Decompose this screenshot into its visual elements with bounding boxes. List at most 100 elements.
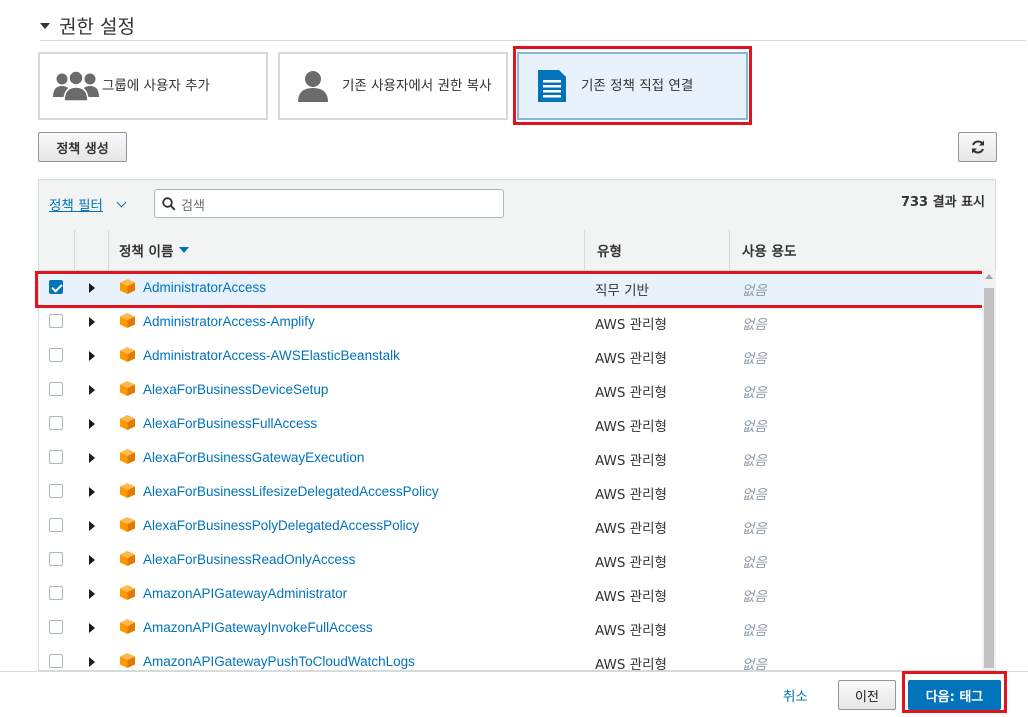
expand-arrow-icon[interactable] — [89, 623, 95, 633]
policy-name-link[interactable]: AlexaForBusinessPolyDelegatedAccessPolic… — [143, 518, 419, 533]
cancel-link[interactable]: 취소 — [783, 685, 808, 705]
expand-arrow-icon[interactable] — [89, 487, 95, 497]
policy-usage: 없음 — [742, 419, 767, 435]
table-row[interactable]: AlexaForBusinessDeviceSetup AWS 관리형 없음 — [39, 373, 995, 408]
row-checkbox[interactable] — [49, 382, 63, 396]
create-policy-button[interactable]: 정책 생성 — [38, 132, 127, 162]
policy-type: AWS 관리형 — [595, 589, 667, 605]
row-checkbox[interactable] — [49, 620, 63, 634]
row-checkbox[interactable] — [49, 552, 63, 566]
previous-button[interactable]: 이전 — [838, 680, 896, 710]
users-group-icon — [53, 70, 99, 102]
policy-name-link[interactable]: AdministratorAccess-AWSElasticBeanstalk — [143, 348, 400, 363]
policy-type: AWS 관리형 — [595, 351, 667, 367]
table-row[interactable]: AdministratorAccess-AWSElasticBeanstalk A… — [39, 339, 995, 374]
policy-name-link[interactable]: AdministratorAccess-Amplify — [143, 314, 315, 329]
expand-arrow-icon[interactable] — [89, 317, 95, 327]
vertical-scrollbar[interactable] — [982, 270, 996, 670]
table-row[interactable]: AmazonAPIGatewayPushToCloudWatchLogs AWS … — [39, 645, 995, 671]
expand-arrow-icon[interactable] — [89, 453, 95, 463]
policy-usage: 없음 — [742, 385, 767, 401]
header-checkbox-cell — [39, 230, 75, 270]
document-icon — [538, 70, 566, 102]
option-attach-policies[interactable]: 기존 정책 직접 연결 — [517, 52, 748, 120]
row-checkbox[interactable] — [49, 280, 63, 294]
caret-down-icon — [40, 23, 50, 29]
option-label: 그룹에 사용자 추가 — [102, 77, 210, 94]
policy-name-link[interactable]: AlexaForBusinessReadOnlyAccess — [143, 552, 355, 567]
policy-type: 직무 기반 — [595, 283, 649, 299]
header-policy-name[interactable]: 정책 이름 — [109, 230, 585, 270]
header-usage[interactable]: 사용 용도 — [730, 230, 995, 270]
policy-name-link[interactable]: AdministratorAccess — [143, 280, 266, 295]
policy-type: AWS 관리형 — [595, 385, 667, 401]
section-title: 권한 설정 — [59, 15, 135, 38]
row-checkbox[interactable] — [49, 416, 63, 430]
policy-box-icon — [120, 381, 135, 396]
policy-type: AWS 관리형 — [595, 657, 667, 671]
policy-name-link[interactable]: AlexaForBusinessDeviceSetup — [143, 382, 328, 397]
table-row[interactable]: AdministratorAccess-Amplify AWS 관리형 없음 — [39, 305, 995, 340]
table-row[interactable]: AlexaForBusinessReadOnlyAccess AWS 관리형 없음 — [39, 543, 995, 578]
policy-name-link[interactable]: AmazonAPIGatewayPushToCloudWatchLogs — [143, 654, 415, 669]
policy-table: 정책 필터 검색 733 결과 표시 정책 이름 유형 사용 용도 Admini… — [38, 179, 996, 671]
table-row[interactable]: AlexaForBusinessPolyDelegatedAccessPolic… — [39, 509, 995, 544]
user-icon — [298, 71, 328, 102]
expand-arrow-icon[interactable] — [89, 419, 95, 429]
policy-box-icon — [120, 517, 135, 532]
option-add-to-group[interactable]: 그룹에 사용자 추가 — [38, 52, 268, 120]
table-row[interactable]: AmazonAPIGatewayAdministrator AWS 관리형 없음 — [39, 577, 995, 612]
result-count: 733 결과 표시 — [900, 195, 985, 210]
search-input[interactable]: 검색 — [154, 189, 504, 218]
expand-arrow-icon[interactable] — [89, 555, 95, 565]
wizard-footer: 취소 이전 다음: 태그 — [0, 671, 1028, 717]
header-policy-name-label: 정책 이름 — [119, 244, 174, 260]
policy-box-icon — [120, 551, 135, 566]
expand-arrow-icon[interactable] — [89, 283, 95, 293]
policy-usage: 없음 — [742, 657, 767, 671]
policy-name-link[interactable]: AlexaForBusinessLifesizeDelegatedAccessP… — [143, 484, 439, 499]
scroll-up-arrow-icon[interactable] — [985, 274, 993, 279]
policy-usage: 없음 — [742, 351, 767, 367]
expand-arrow-icon[interactable] — [89, 521, 95, 531]
row-checkbox[interactable] — [49, 586, 63, 600]
expand-arrow-icon[interactable] — [89, 657, 95, 667]
permissions-section-header[interactable]: 권한 설정 — [40, 10, 1026, 41]
next-tags-button[interactable]: 다음: 태그 — [908, 680, 1001, 710]
table-row[interactable]: AlexaForBusinessGatewayExecution AWS 관리형 없… — [39, 441, 995, 476]
table-row[interactable]: AmazonAPIGatewayInvokeFullAccess AWS 관리형 없… — [39, 611, 995, 646]
table-row[interactable]: AlexaForBusinessFullAccess AWS 관리형 없음 — [39, 407, 995, 442]
row-checkbox[interactable] — [49, 518, 63, 532]
header-type[interactable]: 유형 — [585, 230, 730, 270]
policy-box-icon — [120, 483, 135, 498]
policy-filter-link[interactable]: 정책 필터 — [49, 194, 103, 214]
option-copy-from-user[interactable]: 기존 사용자에서 권한 복사 — [278, 52, 508, 120]
expand-arrow-icon[interactable] — [89, 351, 95, 361]
policy-box-icon — [120, 449, 135, 464]
policy-name-link[interactable]: AlexaForBusinessFullAccess — [143, 416, 317, 431]
table-header: 정책 이름 유형 사용 용도 — [39, 230, 995, 271]
policy-usage: 없음 — [742, 589, 767, 605]
refresh-button[interactable] — [958, 132, 997, 162]
row-checkbox[interactable] — [49, 348, 63, 362]
table-row[interactable]: AlexaForBusinessLifesizeDelegatedAccessP… — [39, 475, 995, 510]
expand-arrow-icon[interactable] — [89, 385, 95, 395]
sort-desc-icon[interactable] — [179, 247, 190, 253]
header-expand-cell — [75, 230, 109, 270]
row-checkbox[interactable] — [49, 484, 63, 498]
policy-type: AWS 관리형 — [595, 317, 667, 333]
scrollbar-thumb[interactable] — [984, 288, 994, 668]
policy-name-link[interactable]: AmazonAPIGatewayInvokeFullAccess — [143, 620, 373, 635]
row-checkbox[interactable] — [49, 450, 63, 464]
row-checkbox[interactable] — [49, 314, 63, 328]
table-row[interactable]: AdministratorAccess 직무 기반 없음 — [39, 271, 995, 306]
expand-arrow-icon[interactable] — [89, 589, 95, 599]
policy-box-icon — [120, 415, 135, 430]
row-checkbox[interactable] — [49, 654, 63, 668]
policy-name-link[interactable]: AlexaForBusinessGatewayExecution — [143, 450, 364, 465]
search-icon — [162, 197, 176, 211]
chevron-down-icon[interactable] — [116, 197, 127, 208]
policy-type: AWS 관리형 — [595, 623, 667, 639]
policy-name-link[interactable]: AmazonAPIGatewayAdministrator — [143, 586, 347, 601]
policy-box-icon — [120, 347, 135, 362]
